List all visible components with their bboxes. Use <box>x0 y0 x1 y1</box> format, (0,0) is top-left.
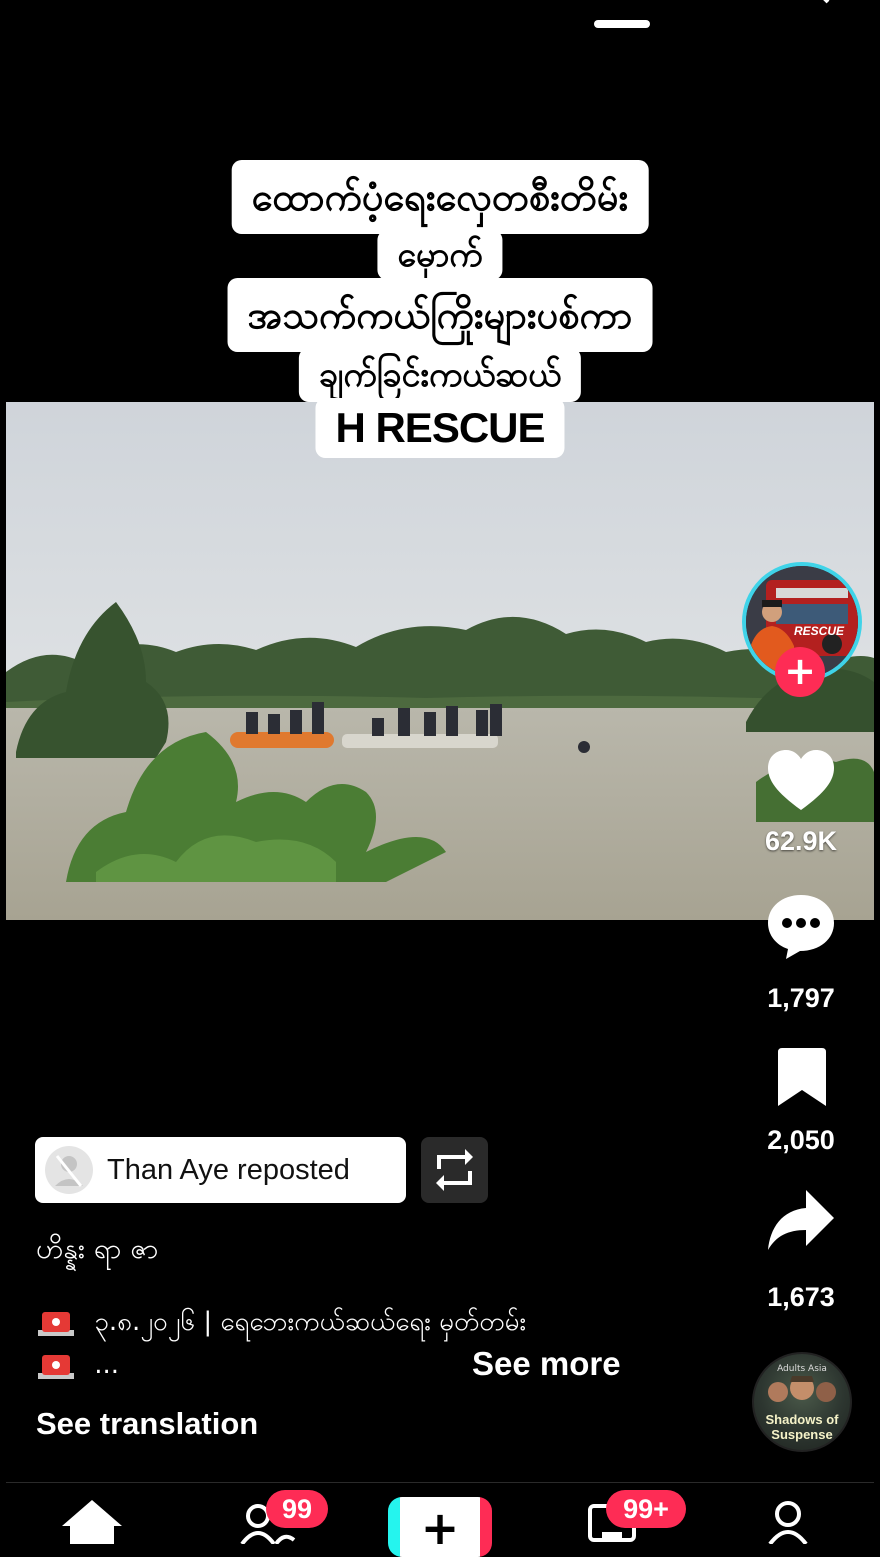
create-plus-icon: + <box>420 1501 460 1555</box>
description-ellipsis: ... <box>94 1350 120 1380</box>
heart-icon[interactable] <box>766 748 836 812</box>
description-line: ... <box>36 1350 119 1381</box>
description-text: ၃.၈.၂၀၂၆ | ရေဘေးကယ်ဆယ်ရေး မှတ်တမ်း <box>94 1307 527 1337</box>
siren-emoji-icon <box>38 1311 74 1336</box>
status-pill <box>594 20 650 28</box>
album-art-faces-icon <box>768 1376 836 1402</box>
friends-badge: 99 <box>266 1490 328 1528</box>
profile-icon[interactable] <box>768 1500 808 1544</box>
comment-icon[interactable] <box>766 893 836 961</box>
video-caption-line: မှောက် <box>377 230 503 280</box>
like-count: 62.9K <box>764 826 838 856</box>
create-button[interactable]: + <box>388 1497 492 1557</box>
video-caption-line: ချက်ခြင်းကယ်ဆယ် <box>298 348 582 402</box>
music-disc[interactable]: Adults Asia Shadows of Suspense <box>752 1352 852 1452</box>
video-caption-title: H RESCUE <box>315 398 565 458</box>
music-label-main: Shadows of Suspense <box>765 1412 839 1442</box>
hidden-avatar-icon <box>55 1155 83 1187</box>
author-name[interactable]: ဟိန္နး ရာ ဇာ <box>36 1230 159 1272</box>
repost-label: Than Aye reposted <box>107 1154 350 1186</box>
home-icon[interactable] <box>62 1500 122 1544</box>
video-caption-line: ထောက်ပံ့ရေးလှေတစီးတိမ်း <box>231 160 649 234</box>
inbox-badge: 99+ <box>606 1490 686 1528</box>
share-icon[interactable] <box>766 1188 836 1252</box>
repost-icon <box>436 1149 473 1191</box>
video-caption-line: အသက်ကယ်ကြိုးများပစ်ကာ <box>227 278 653 352</box>
bookmark-count: 2,050 <box>767 1125 835 1155</box>
see-translation-link[interactable]: See translation <box>36 1406 258 1442</box>
search-icon[interactable] <box>800 0 830 8</box>
repost-button[interactable] <box>421 1137 488 1203</box>
nav-divider <box>6 1482 874 1483</box>
reposter-avatar <box>45 1146 93 1194</box>
see-more-link[interactable]: See more <box>472 1345 621 1383</box>
comment-count: 1,797 <box>767 983 835 1013</box>
bookmark-icon[interactable] <box>776 1048 828 1108</box>
share-count: 1,673 <box>767 1282 835 1312</box>
follow-button[interactable]: + <box>775 647 825 697</box>
description-line: ၃.၈.၂၀၂၆ | ရေဘေးကယ်ဆယ်ရေး မှတ်တမ်း <box>36 1304 526 1343</box>
siren-emoji-icon <box>38 1354 74 1379</box>
repost-chip[interactable]: Than Aye reposted <box>35 1137 406 1203</box>
avatar-label: RESCUE <box>794 624 845 638</box>
